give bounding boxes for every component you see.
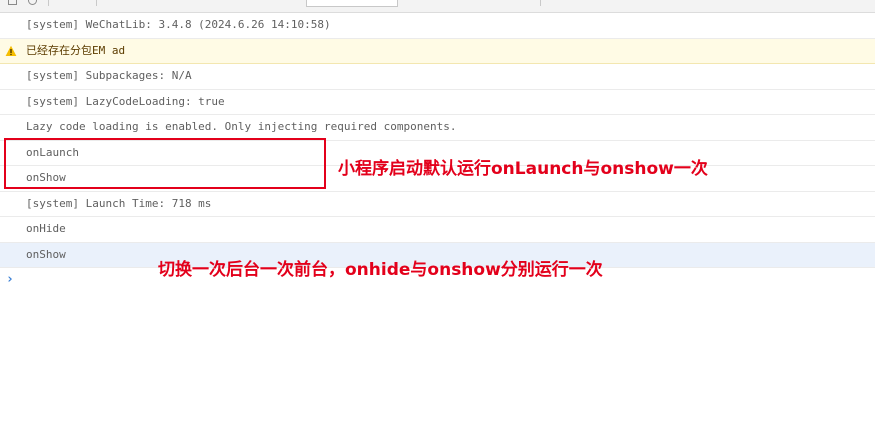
toolbar-divider — [96, 0, 97, 6]
annotation-hide-show: 切换一次后台一次前台，onhide与onshow分别运行一次 — [158, 260, 603, 280]
console-warning-message: 已经存在分包EM ad — [0, 38, 875, 64]
message-text: onShow — [26, 247, 66, 261]
annotation-launch: 小程序启动默认运行onLaunch与onshow一次 — [338, 159, 708, 179]
console-message: [system] Launch Time: 718 ms — [0, 192, 875, 217]
warning-icon — [5, 45, 17, 56]
toolbar-divider — [540, 0, 541, 6]
filter-input[interactable] — [306, 0, 398, 7]
highlight-box — [4, 138, 326, 189]
message-text: [system] Launch Time: 718 ms — [26, 196, 212, 210]
console-toolbar — [0, 0, 875, 13]
message-text: 已经存在分包EM ad — [26, 43, 126, 57]
message-text: [system] LazyCodeLoading: true — [26, 94, 225, 108]
message-text: onHide — [26, 222, 66, 235]
message-text: [system] Subpackages: N/A — [26, 69, 192, 82]
toolbar-divider — [48, 0, 49, 6]
clear-console-icon[interactable] — [28, 0, 37, 5]
console-message: Lazy code loading is enabled. Only injec… — [0, 115, 875, 141]
message-text: [system] WeChatLib: 3.4.8 (2024.6.26 14:… — [26, 18, 331, 31]
console-message: [system] Subpackages: N/A — [0, 64, 875, 90]
console-message: onHide — [0, 217, 875, 243]
message-text: Lazy code loading is enabled. Only injec… — [26, 120, 457, 133]
sidebar-toggle-icon[interactable] — [8, 0, 17, 5]
console-message: [system] WeChatLib: 3.4.8 (2024.6.26 14:… — [0, 13, 875, 39]
chevron-right-icon: › — [6, 272, 14, 287]
console-message: [system] LazyCodeLoading: true — [0, 90, 875, 115]
